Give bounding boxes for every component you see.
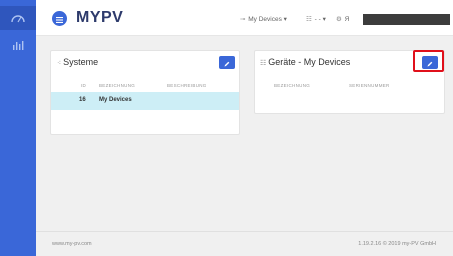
sidebar-item-dashboard[interactable] — [0, 6, 36, 30]
devices-dropdown-label: My Devices — [248, 16, 282, 23]
footer: www.my-pv.com 1.19.2.16 © 2019 my-PV Gmb… — [36, 231, 453, 256]
sidebar-item-statistics[interactable] — [0, 33, 36, 57]
link-icon: ⊸ — [240, 16, 246, 23]
table-row[interactable]: 16 My Devices — [51, 92, 239, 110]
user-menu[interactable]: ⚙ Я — [336, 15, 349, 23]
column-header-name: BEZEICHNUNG — [99, 83, 136, 88]
dashboard-gauge-icon — [11, 13, 25, 23]
row-name: My Devices — [99, 97, 132, 103]
bar-chart-icon — [12, 40, 24, 50]
systems-card-title: ⁖ Systeme — [57, 57, 99, 67]
hamburger-icon — [56, 10, 63, 28]
main-menu-button[interactable] — [52, 11, 67, 26]
column-header-name: BEZEICHNUNG — [274, 83, 311, 88]
chevron-down-icon: ▾ — [322, 16, 326, 23]
chevron-down-icon: ▾ — [283, 16, 287, 23]
list-icon: ☷ — [260, 60, 267, 67]
redacted-username — [363, 14, 450, 25]
footer-version: 1.19.2.16 © 2019 my-PV GmbH — [358, 241, 436, 247]
column-header-id: ID — [81, 83, 87, 88]
mypv-logo[interactable]: MYPV — [76, 9, 123, 27]
list-dropdown-label: - - — [314, 16, 321, 23]
settings-icon: ⚙ — [336, 16, 342, 23]
list-dropdown[interactable]: ☷ - - ▾ — [306, 15, 326, 23]
devices-dropdown[interactable]: ⊸ My Devices ▾ — [240, 15, 287, 23]
user-menu-label: Я — [344, 16, 350, 23]
pencil-icon — [224, 54, 230, 72]
devices-card-title: ☷ Geräte - My Devices — [260, 57, 351, 67]
footer-website[interactable]: www.my-pv.com — [52, 241, 92, 247]
row-id: 16 — [79, 97, 86, 103]
edit-systems-button[interactable] — [219, 56, 235, 69]
systems-card: ⁖ Systeme ID BEZEICHNUNG BESCHREIBUNG 16 … — [50, 50, 240, 135]
tree-icon: ⁖ — [57, 60, 62, 67]
column-header-description: BESCHREIBUNG — [167, 83, 207, 88]
list-icon: ☷ — [306, 16, 312, 23]
column-header-serial-number: SERIENNUMMER — [349, 83, 390, 88]
sidebar — [0, 0, 36, 256]
top-navigation-bar: MYPV ⊸ My Devices ▾ ☷ - - ▾ ⚙ Я — [36, 0, 453, 36]
highlight-box — [413, 50, 444, 72]
